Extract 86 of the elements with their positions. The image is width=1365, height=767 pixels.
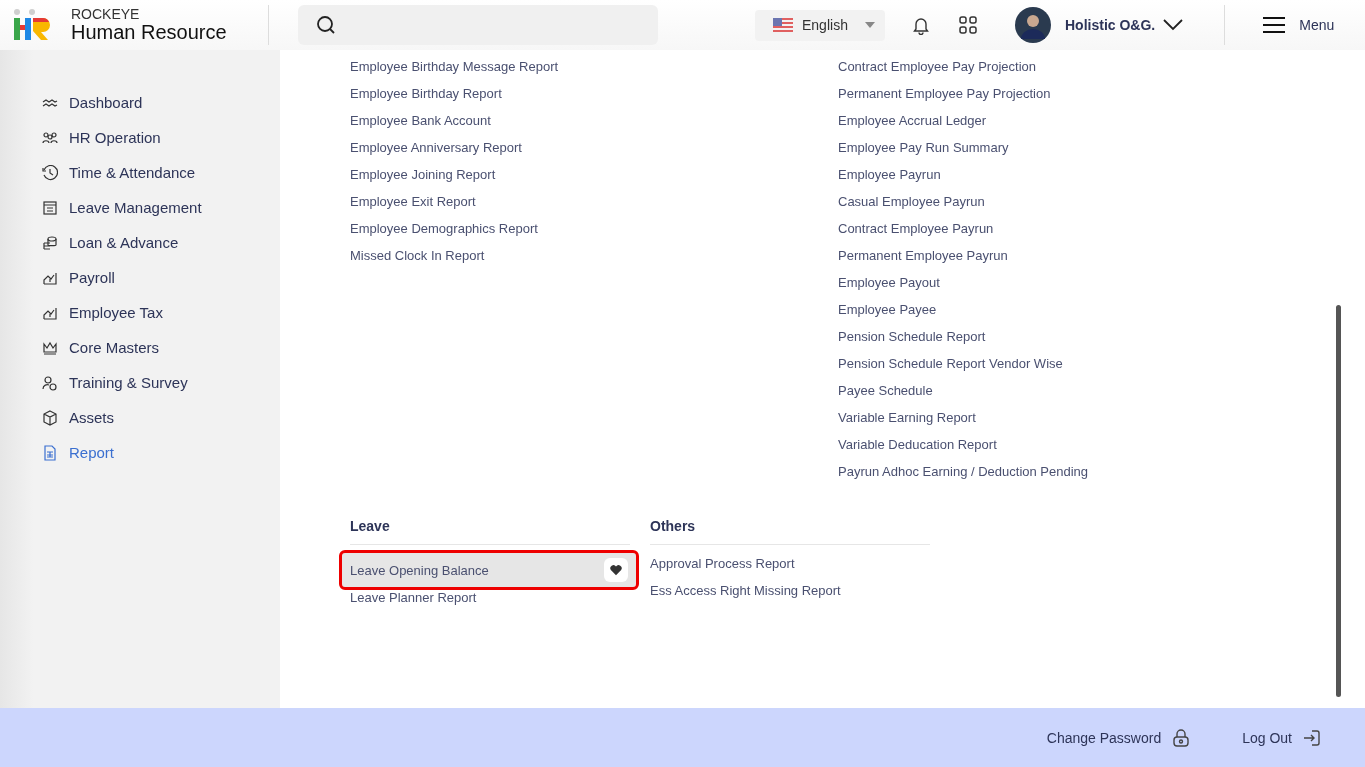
calendar-icon — [42, 199, 58, 216]
report-link[interactable]: Employee Exit Report — [350, 188, 838, 215]
heart-icon — [609, 564, 623, 576]
person-icon — [42, 374, 58, 391]
sidebar-label: Loan & Advance — [69, 234, 179, 251]
cube-icon — [42, 409, 58, 426]
list-row[interactable]: Leave Opening Balance — [342, 553, 636, 587]
lock-icon — [1172, 728, 1191, 747]
report-link[interactable]: Variable Earning Report — [838, 404, 1326, 431]
favorite-button[interactable] — [604, 558, 628, 582]
sidebar-label: HR Operation — [69, 129, 161, 146]
list-row[interactable]: Approval Process Report — [650, 550, 940, 577]
report-link[interactable]: Employee Birthday Message Report — [350, 53, 838, 80]
apps-grid-icon[interactable] — [958, 15, 978, 35]
sidebar-item[interactable]: Payroll — [42, 260, 280, 295]
sidebar-item[interactable]: Report — [42, 435, 280, 470]
menu-button[interactable]: Menu — [1263, 17, 1335, 33]
language-select[interactable]: English — [755, 9, 885, 41]
list-row[interactable]: Ess Access Right Missing Report — [650, 577, 940, 604]
coins-icon — [42, 234, 58, 251]
report-link[interactable]: Pension Schedule Report — [838, 323, 1326, 350]
report-link[interactable]: Employee Bank Account — [350, 107, 838, 134]
clock-icon — [42, 164, 58, 181]
sidebar-item[interactable]: Core Masters — [42, 330, 280, 365]
sidebar-label: Leave Management — [69, 199, 202, 216]
report-link[interactable]: Employee Anniversary Report — [350, 134, 838, 161]
report-link[interactable]: Contract Employee Pay Projection — [838, 53, 1326, 80]
report-link[interactable]: Employee Payout — [838, 269, 1326, 296]
report-link[interactable]: Payrun Adhoc Earning / Deduction Pending — [838, 458, 1326, 485]
caret-icon — [865, 22, 875, 28]
sidebar-label: Assets — [69, 409, 114, 426]
report-link[interactable]: Missed Clock In Report — [350, 242, 838, 269]
report-link[interactable]: Casual Employee Payrun — [838, 188, 1326, 215]
logo-icon — [12, 8, 52, 42]
sidebar-item[interactable]: Leave Management — [42, 190, 280, 225]
sidebar-label: Core Masters — [69, 339, 160, 356]
brand-title: Human Resource — [71, 21, 227, 43]
menu-icon — [1263, 17, 1286, 33]
flag-icon — [773, 18, 793, 32]
sidebar-item[interactable]: Employee Tax — [42, 295, 280, 330]
people-icon — [42, 129, 58, 146]
report-link: Leave Opening Balance — [350, 562, 489, 578]
sidebar-label: Employee Tax — [69, 304, 163, 321]
crown-icon — [42, 339, 58, 356]
section-heading: Leave — [350, 518, 391, 536]
log-out-link[interactable]: Log Out — [1242, 728, 1321, 747]
report-link[interactable]: Employee Birthday Report — [350, 80, 838, 107]
report-link[interactable]: Employee Accrual Ledger — [838, 107, 1326, 134]
sidebar-label: Report — [69, 444, 115, 461]
bell-icon[interactable] — [911, 15, 931, 35]
report-link: Leave Planner Report — [350, 589, 477, 605]
report-link[interactable]: Payee Schedule — [838, 377, 1326, 404]
list-row[interactable]: Leave Planner Report — [350, 587, 650, 607]
document-icon — [42, 444, 58, 461]
report-link[interactable]: Permanent Employee Payrun — [838, 242, 1326, 269]
sidebar-item[interactable]: HR Operation — [42, 120, 280, 155]
search-icon — [316, 15, 336, 35]
sidebar-label: Time & Attendance — [69, 164, 196, 181]
chevron-down-icon[interactable] — [1163, 19, 1184, 31]
avatar[interactable] — [1015, 7, 1051, 43]
report-link[interactable]: Employee Payee — [838, 296, 1326, 323]
report-link[interactable]: Employee Pay Run Summary — [838, 134, 1326, 161]
sidebar-item[interactable]: Dashboard — [42, 85, 280, 120]
brand-subtitle: ROCKEYE — [71, 7, 141, 22]
report-link[interactable]: Contract Employee Payrun — [838, 215, 1326, 242]
report-link: Ess Access Right Missing Report — [650, 583, 841, 598]
report-link[interactable]: Variable Deducation Report — [838, 431, 1326, 458]
sign-in-arrow-icon — [1303, 728, 1321, 747]
change-password-link[interactable]: Change Password — [1046, 728, 1191, 747]
sidebar-item[interactable]: Loan & Advance — [42, 225, 280, 260]
report-link[interactable]: Pension Schedule Report Vendor Wise — [838, 350, 1326, 377]
report-link[interactable]: Employee Joining Report — [350, 161, 838, 188]
search-field[interactable] — [298, 5, 658, 45]
sidebar-item[interactable]: Training & Survey — [42, 365, 280, 400]
scrollbar-thumb[interactable] — [1336, 305, 1341, 697]
report-link[interactable]: Employee Payrun — [838, 161, 1326, 188]
section-heading: Others — [650, 518, 697, 536]
user-name[interactable]: Holistic O&G. — [1065, 17, 1156, 33]
report-link: Approval Process Report — [650, 556, 795, 571]
sidebar-item[interactable]: Time & Attendance — [42, 155, 280, 190]
sidebar-label: Dashboard — [69, 94, 143, 111]
sidebar-item[interactable]: Assets — [42, 400, 280, 435]
report-link[interactable]: Permanent Employee Pay Projection — [838, 80, 1326, 107]
sidebar-label: Training & Survey — [69, 374, 188, 391]
report-link[interactable]: Employee Demographics Report — [350, 215, 838, 242]
sidebar-label: Payroll — [69, 269, 115, 286]
